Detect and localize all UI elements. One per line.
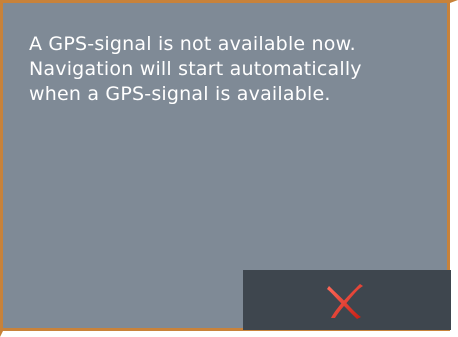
gps-message: A GPS-signal is not available now. Navig… [29,33,362,105]
close-button[interactable] [243,270,451,330]
gps-dialog: A GPS-signal is not available now. Navig… [0,0,458,337]
close-icon [327,284,363,319]
